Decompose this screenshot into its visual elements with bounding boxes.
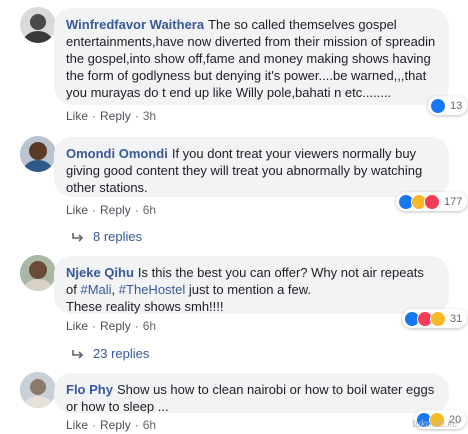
comment-bubble: Winfredfavor Waithera The so called thems…: [54, 8, 449, 105]
replies-count[interactable]: 23 replies: [93, 346, 149, 361]
comment-actions: Like · Reply · 3h: [66, 109, 157, 123]
like-link[interactable]: Like: [66, 418, 88, 432]
like-link[interactable]: Like: [66, 319, 88, 333]
reaction-count: 31: [450, 312, 463, 325]
avatar-image: [20, 136, 56, 172]
comment-actions: Like · Reply · 6h: [66, 203, 157, 217]
comment-author[interactable]: Flo Phy: [66, 382, 113, 397]
reply-arrow-icon: [72, 232, 84, 242]
comment-time[interactable]: 6h: [143, 203, 156, 217]
comment-bubble: Flo Phy Show us how to clean nairobi or h…: [54, 373, 449, 414]
reaction-summary[interactable]: 13: [428, 96, 468, 115]
avatar[interactable]: [20, 7, 56, 43]
avatar[interactable]: [20, 372, 56, 408]
reaction-summary[interactable]: 177: [396, 192, 468, 211]
comment-text: just to mention a few.: [188, 282, 312, 297]
view-replies-link[interactable]: 8 replies: [72, 229, 142, 244]
replies-count[interactable]: 8 replies: [93, 229, 142, 244]
like-link[interactable]: Like: [66, 203, 88, 217]
comment-author[interactable]: Njeke Qihu: [66, 265, 134, 280]
avatar[interactable]: [20, 255, 56, 291]
comment-author[interactable]: Winfredfavor Waithera: [66, 17, 204, 32]
reaction-count: 177: [444, 195, 463, 208]
avatar-image: [20, 7, 56, 43]
comment-bubble: Njeke Qihu Is this the best you can offer…: [54, 256, 449, 314]
hashtag-link[interactable]: #Mali: [80, 282, 111, 297]
comment-time[interactable]: 6h: [143, 319, 156, 333]
comment-text: Show us how to clean nairobi or how to b…: [66, 382, 435, 414]
comment-text: These reality shows smh!!!!: [66, 299, 224, 314]
like-link[interactable]: Like: [66, 109, 88, 123]
reply-arrow-icon: [72, 349, 84, 359]
comment-time[interactable]: 3h: [143, 109, 156, 123]
comment-author[interactable]: Omondi Omondi: [66, 146, 168, 161]
reply-link[interactable]: Reply: [100, 203, 131, 217]
avatar-image: [20, 372, 56, 408]
comment-bubble: Omondi Omondi If you dont treat your view…: [54, 137, 449, 197]
avatar-image: [20, 255, 56, 291]
avatar[interactable]: [20, 136, 56, 172]
reaction-summary[interactable]: 31: [402, 309, 468, 328]
love-icon: [424, 193, 440, 210]
hashtag-link[interactable]: #TheHostel: [119, 282, 185, 297]
reply-link[interactable]: Reply: [100, 418, 131, 432]
view-replies-link[interactable]: 23 replies: [72, 346, 149, 361]
like-icon: [430, 97, 446, 114]
reaction-count: 13: [450, 99, 463, 112]
comment-actions: Like · Reply · 6h: [66, 418, 157, 432]
reply-link[interactable]: Reply: [100, 319, 131, 333]
haha-icon: [430, 310, 446, 327]
reply-link[interactable]: Reply: [100, 109, 131, 123]
comment-actions: Like · Reply · 6h: [66, 319, 157, 333]
comment-time[interactable]: 6h: [143, 418, 156, 432]
watermark: tuko.co.ke: [412, 419, 458, 430]
